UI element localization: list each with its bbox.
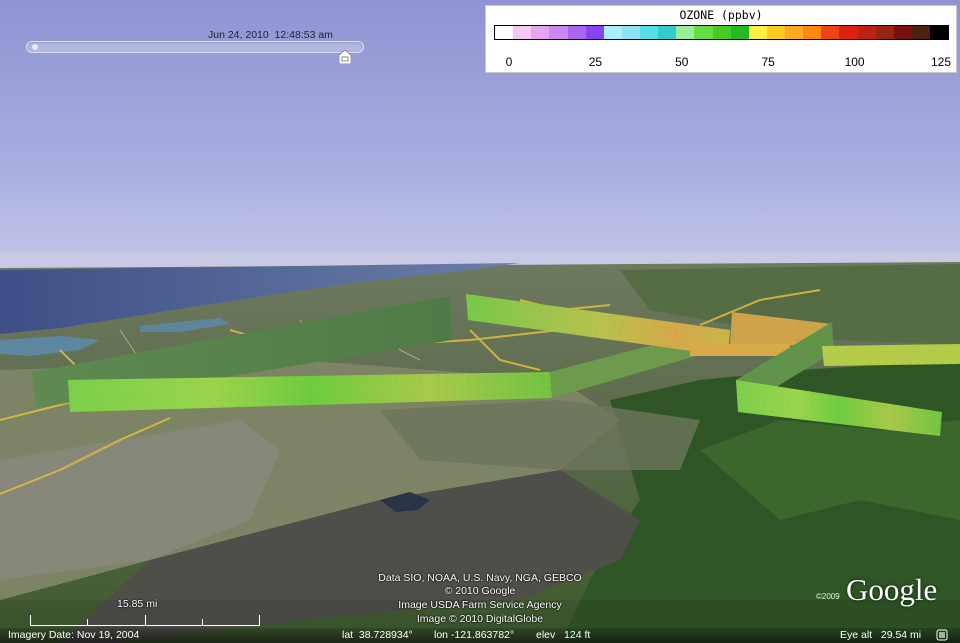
- earth-3d-view[interactable]: [0, 0, 960, 643]
- time-slider-track[interactable]: [26, 41, 364, 53]
- slider-handle-icon: [338, 49, 352, 65]
- legend-swatch: [748, 26, 767, 39]
- legend-swatch: [821, 26, 840, 39]
- time-slider-timestamp: Jun 24, 2010 12:48:53 am: [208, 29, 333, 41]
- ozone-legend: OZONE (ppbv) 0 25 50 75 100 125: [485, 5, 957, 73]
- google-logo: Google: [846, 572, 938, 607]
- legend-swatch: [531, 26, 550, 39]
- legend-swatch: [875, 26, 894, 39]
- attribution-data: Data SIO, NOAA, U.S. Navy, NGA, GEBCO: [378, 572, 582, 584]
- legend-swatch: [585, 26, 604, 39]
- legend-swatch: [766, 26, 785, 39]
- time-slider-handle[interactable]: [338, 49, 352, 65]
- legend-swatch: [621, 26, 640, 39]
- legend-swatch: [712, 26, 731, 39]
- legend-swatch: [658, 26, 677, 39]
- legend-colorbar: [494, 25, 949, 40]
- legend-tick-label: 75: [761, 55, 775, 69]
- legend-swatch: [930, 26, 949, 39]
- legend-swatch: [549, 26, 568, 39]
- imagery-date: Imagery Date: Nov 19, 2004: [8, 629, 140, 641]
- legend-tick-label: 50: [675, 55, 689, 69]
- legend-swatch: [857, 26, 876, 39]
- legend-swatch: [694, 26, 713, 39]
- legend-swatch: [603, 26, 622, 39]
- logo-year: ©2009: [816, 592, 840, 601]
- elevation-readout: elev 124 ft: [536, 629, 591, 641]
- legend-tick-label: 125: [930, 55, 952, 69]
- legend-tick-label: 25: [588, 55, 603, 69]
- legend-swatch: [785, 26, 804, 39]
- scale-bar: [30, 607, 260, 627]
- curtain-segment[interactable]: [690, 344, 790, 356]
- legend-tick-label: 100: [844, 55, 865, 69]
- legend-swatch: [803, 26, 822, 39]
- legend-swatch: [839, 26, 858, 39]
- latitude-readout: lat 38.728934°: [342, 629, 413, 641]
- streaming-indicator-icon: [936, 629, 948, 641]
- legend-tick-label: 0: [505, 55, 513, 69]
- time-slider-start-marker: [32, 44, 38, 50]
- legend-swatch: [513, 26, 532, 39]
- legend-swatch: [893, 26, 912, 39]
- legend-swatch: [730, 26, 749, 39]
- legend-title: OZONE (ppbv): [679, 8, 763, 22]
- legend-swatch: [495, 26, 514, 39]
- legend-swatch: [911, 26, 930, 39]
- legend-swatch: [567, 26, 586, 39]
- legend-swatch: [676, 26, 695, 39]
- legend-swatch: [640, 26, 659, 39]
- eye-altitude-readout: Eye alt 29.54 mi: [840, 629, 922, 641]
- longitude-readout: lon -121.863782°: [434, 629, 515, 641]
